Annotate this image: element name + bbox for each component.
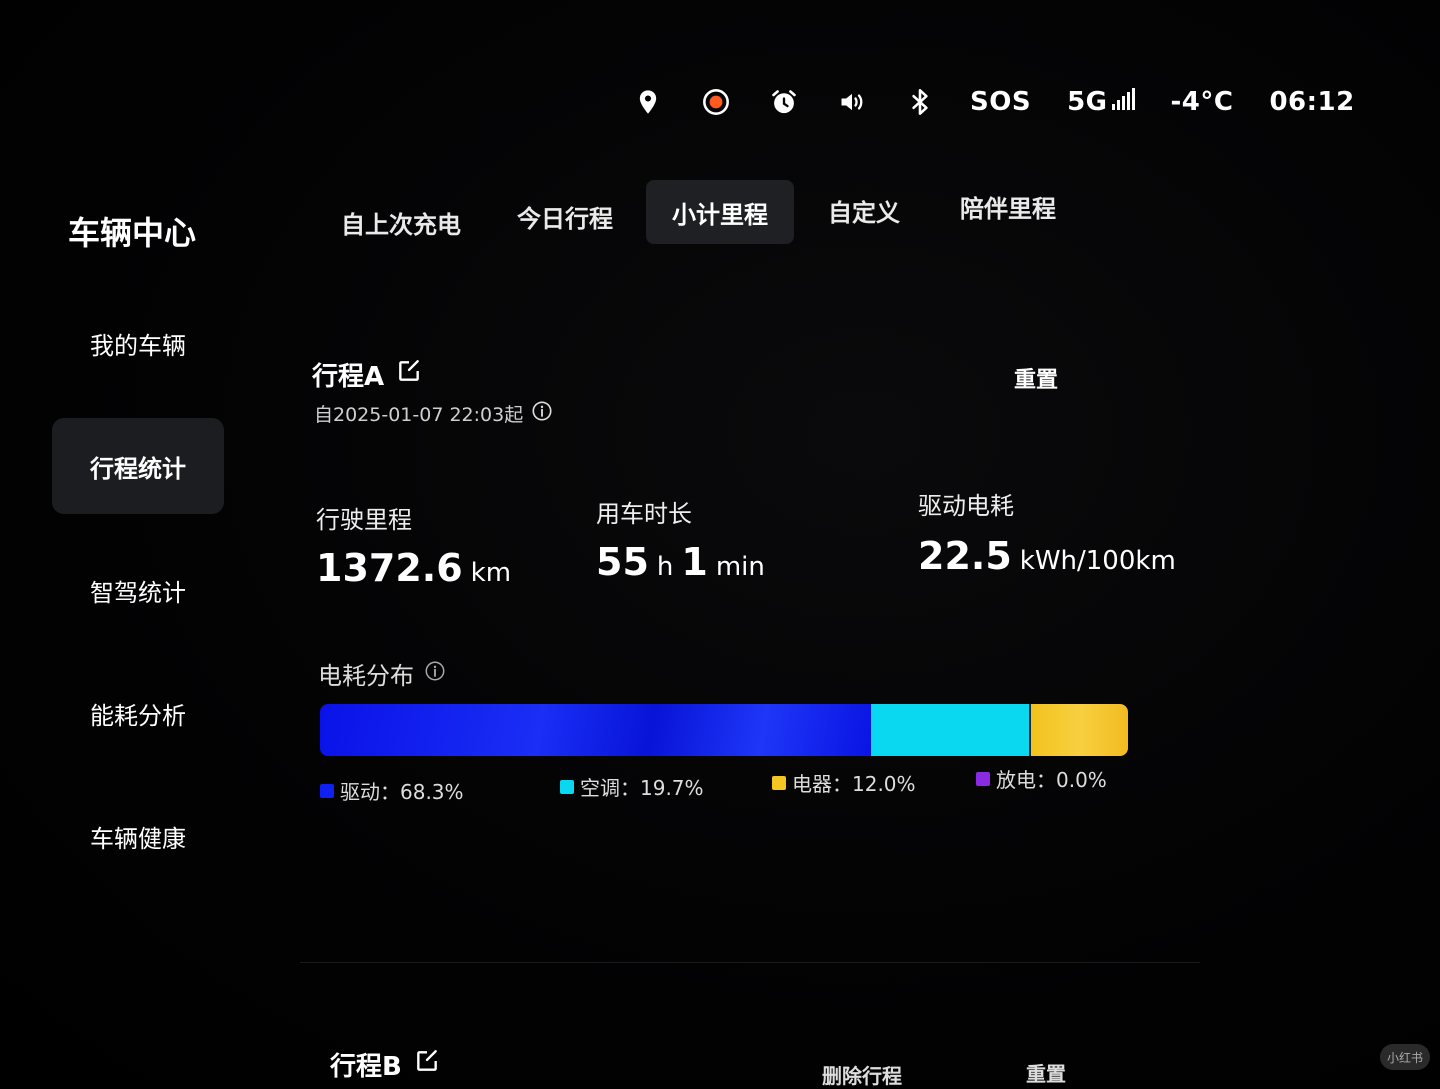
tab-today-trip[interactable]: 今日行程: [494, 184, 636, 248]
legend-drive: 驱动：68.3%: [320, 776, 464, 805]
consumption-value: 22.5 kWh/100km: [918, 534, 1176, 578]
segment-drive: [320, 704, 871, 756]
legend-swatch: [772, 775, 786, 790]
duration-minutes: 1: [681, 540, 708, 584]
sidebar-item-my-vehicle[interactable]: 我的车辆: [52, 295, 224, 391]
trip-b-reset-button[interactable]: 重置: [1026, 1058, 1066, 1087]
consumption-label: 驱动电耗: [918, 492, 1014, 520]
trip-a-header: 行程A: [312, 356, 422, 393]
alarm-clock-icon[interactable]: [766, 84, 802, 120]
duration-hours: 55: [596, 540, 649, 584]
consumption-unit: kWh/100km: [1019, 546, 1176, 576]
info-icon[interactable]: [424, 660, 446, 688]
trip-b-delete-button[interactable]: 删除行程: [822, 1060, 902, 1089]
energy-distribution-header: 电耗分布: [318, 656, 446, 691]
tab-custom[interactable]: 自定义: [806, 178, 922, 242]
tab-since-last-charge[interactable]: 自上次充电: [328, 190, 474, 254]
app-title: 车辆中心: [68, 214, 197, 252]
network-label: 5G: [1067, 87, 1108, 117]
duration-label: 用车时长: [596, 500, 692, 528]
bluetooth-icon[interactable]: [902, 84, 938, 120]
trip-b-title: 行程B: [330, 1052, 402, 1082]
legend-electrical-label: 电器：12.0%: [792, 772, 916, 796]
section-divider: [300, 962, 1200, 963]
edit-icon[interactable]: [396, 358, 422, 391]
edit-icon[interactable]: [414, 1048, 440, 1081]
network-indicator: 5G: [1067, 87, 1135, 117]
duration-hours-unit: h: [656, 552, 674, 582]
legend-ac: 空调：19.7%: [560, 772, 704, 801]
sidebar-item-smart-driving-stats[interactable]: 智驾统计: [52, 542, 224, 638]
distance-value: 1372.6 km: [316, 546, 511, 590]
legend-discharge-label: 放电：0.0%: [996, 768, 1107, 792]
status-bar: SOS 5G -4°C 06:12: [630, 74, 1355, 130]
legend-ac-label: 空调：19.7%: [580, 776, 704, 800]
tab-trip-meter[interactable]: 小计里程: [646, 180, 794, 244]
signal-bars-icon: [1111, 88, 1135, 110]
info-icon[interactable]: [531, 400, 553, 427]
legend-electrical: 电器：12.0%: [772, 768, 916, 797]
record-icon[interactable]: [698, 84, 734, 120]
trip-a-since: 自2025-01-07 22:03起: [314, 400, 553, 427]
sos-label[interactable]: SOS: [970, 87, 1031, 117]
segment-electrical: [1031, 704, 1128, 756]
speaker-icon[interactable]: [834, 84, 870, 120]
vehicle-screen: SOS 5G -4°C 06:12 车辆中心 我的车辆 行程统计 智驾统计 能耗…: [0, 0, 1440, 1088]
clock-label: 06:12: [1269, 87, 1355, 117]
consumption-number: 22.5: [918, 534, 1012, 578]
sidebar-item-vehicle-health[interactable]: 车辆健康: [52, 788, 224, 884]
legend-swatch: [976, 771, 990, 786]
duration-minutes-unit: min: [715, 552, 765, 582]
temperature-label: -4°C: [1170, 87, 1234, 117]
trip-b-header: 行程B: [330, 1046, 440, 1083]
trip-a-since-text: 自2025-01-07 22:03起: [314, 404, 524, 426]
legend-swatch: [560, 779, 574, 794]
legend-discharge: 放电：0.0%: [976, 764, 1107, 793]
energy-distribution-title: 电耗分布: [318, 662, 414, 690]
energy-distribution-bar: [320, 704, 1128, 756]
distance-unit: km: [470, 558, 512, 588]
distance-label: 行驶里程: [316, 506, 412, 534]
duration-value: 55 h 1 min: [596, 540, 765, 584]
distance-number: 1372.6: [316, 546, 463, 590]
location-pin-icon[interactable]: [630, 84, 666, 120]
segment-ac: [870, 704, 1032, 756]
watermark-logo: 小红书: [1380, 1044, 1430, 1070]
trip-a-reset-button[interactable]: 重置: [1014, 362, 1058, 394]
legend-swatch: [320, 783, 334, 798]
legend-drive-label: 驱动：68.3%: [340, 780, 464, 804]
sidebar-item-energy-analysis[interactable]: 能耗分析: [52, 665, 224, 761]
trip-a-title: 行程A: [312, 362, 385, 392]
tab-companion-mileage[interactable]: 陪伴里程: [940, 174, 1076, 238]
sidebar-item-trip-stats[interactable]: 行程统计: [52, 418, 224, 514]
